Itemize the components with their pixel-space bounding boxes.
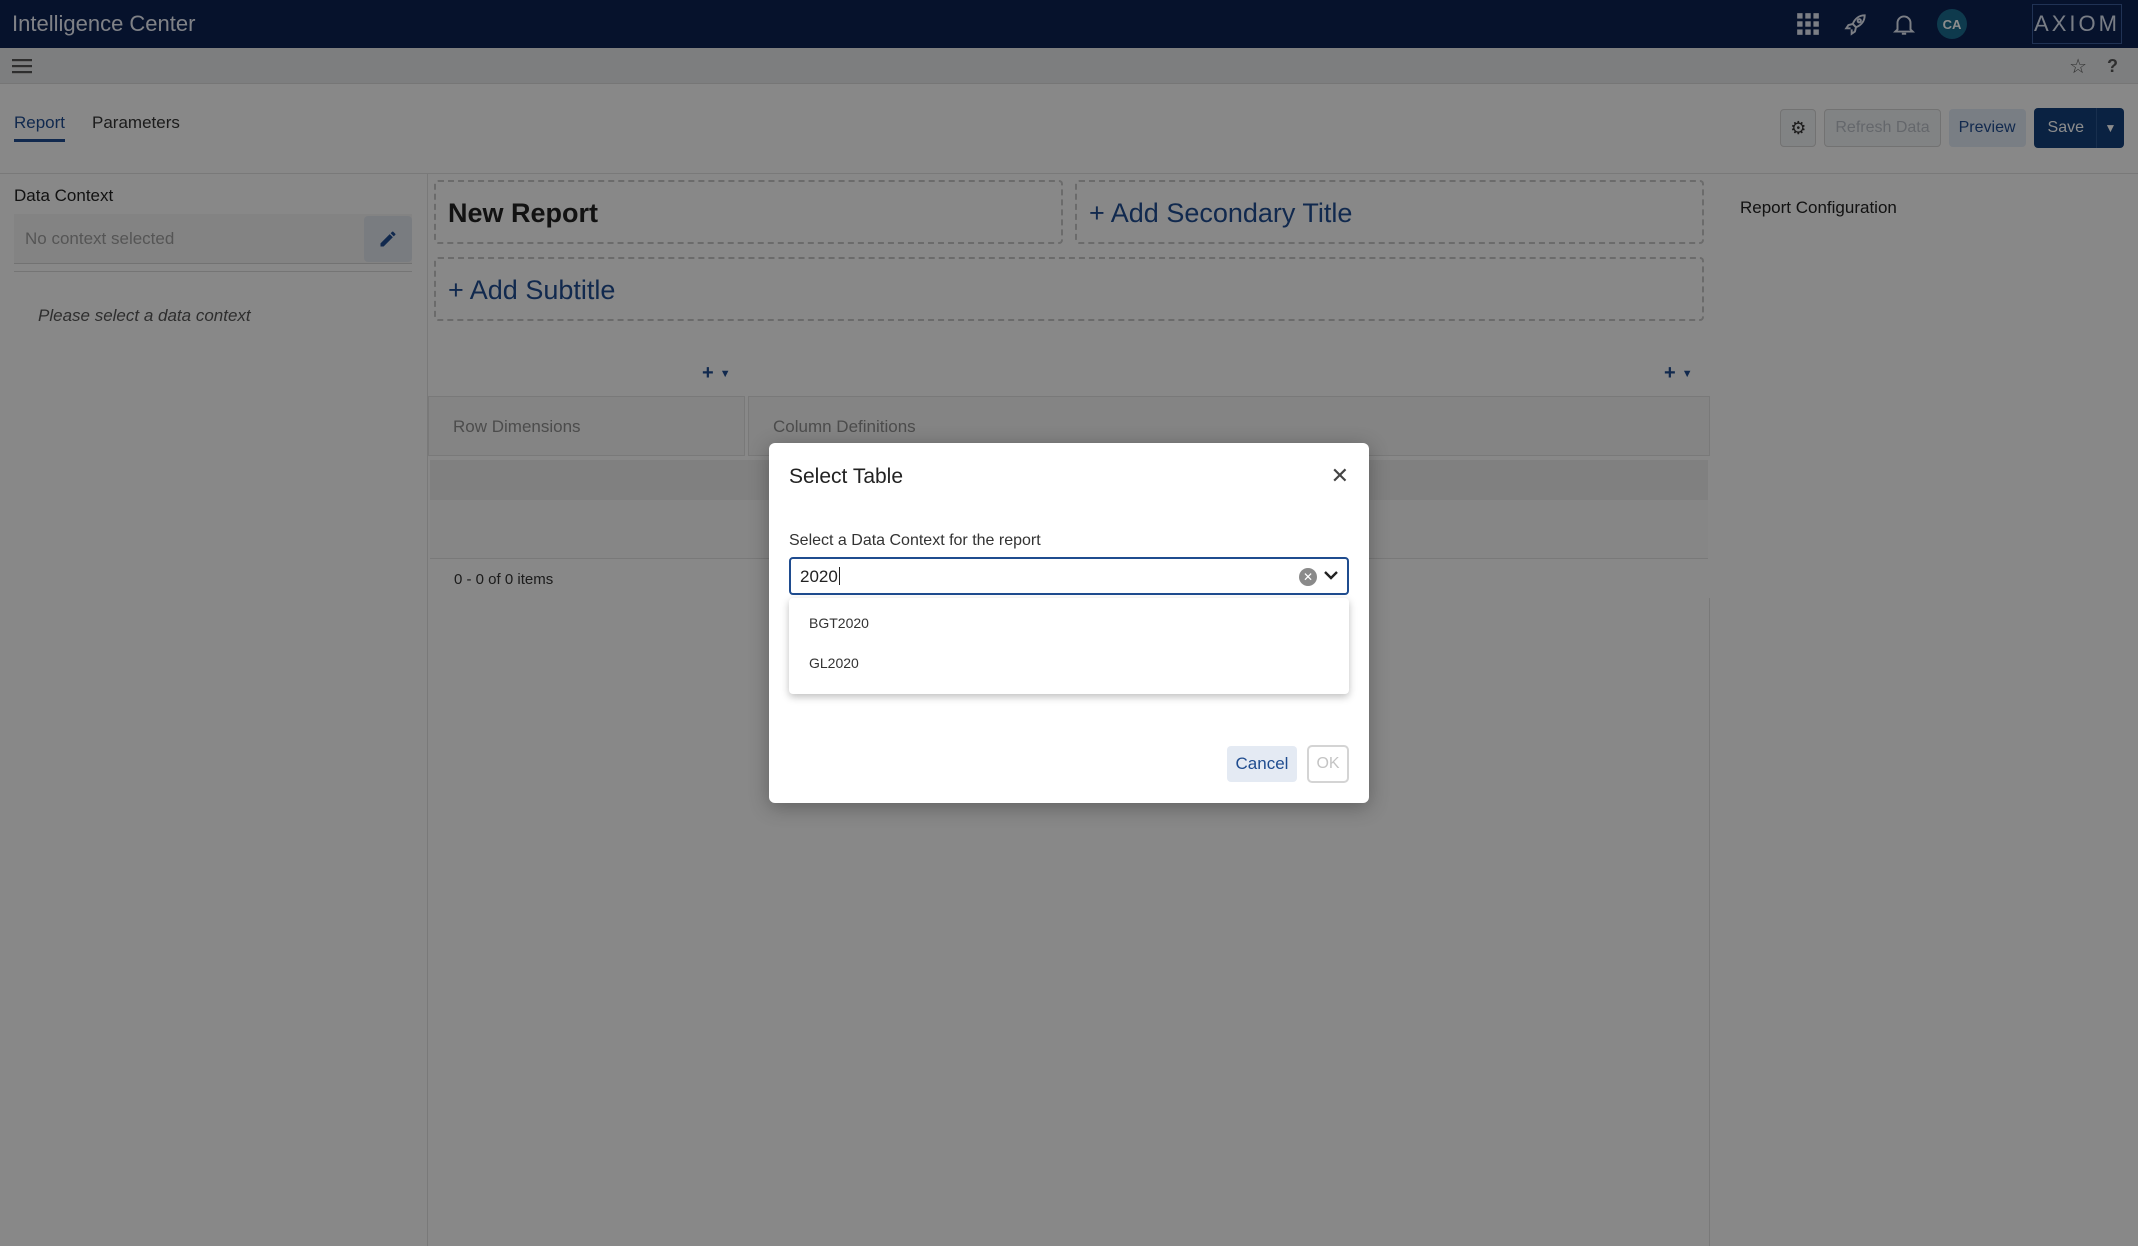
- ok-button[interactable]: OK: [1307, 745, 1349, 783]
- select-table-dialog: Select Table ✕ Select a Data Context for…: [769, 443, 1369, 803]
- data-context-options: BGT2020 GL2020: [789, 598, 1349, 694]
- option-item[interactable]: GL2020: [789, 642, 1349, 682]
- combobox-input-value[interactable]: 2020: [800, 567, 838, 587]
- data-context-combobox[interactable]: 2020 ✕: [789, 557, 1349, 595]
- dialog-title: Select Table: [789, 465, 904, 488]
- option-item[interactable]: BGT2020: [789, 602, 1349, 642]
- clear-icon[interactable]: ✕: [1299, 568, 1317, 586]
- option-label: GL2020: [809, 655, 859, 671]
- option-label: BGT2020: [809, 615, 869, 631]
- chevron-down-icon[interactable]: [1321, 565, 1341, 585]
- text-cursor: [839, 567, 840, 585]
- data-context-field-label: Select a Data Context for the report: [789, 532, 1041, 549]
- cancel-button[interactable]: Cancel: [1227, 746, 1297, 782]
- close-icon[interactable]: ✕: [1331, 463, 1349, 489]
